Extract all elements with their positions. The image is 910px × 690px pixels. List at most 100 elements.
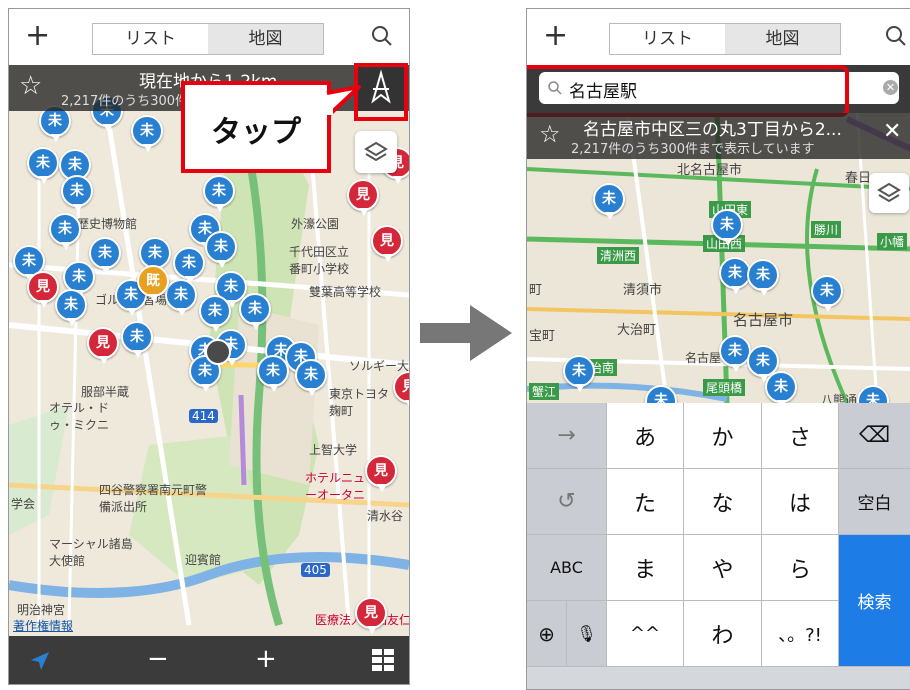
map-label: 東京トヨタ麹町 [329,387,390,418]
key-dakuten[interactable]: ^^ [607,601,684,667]
space-key[interactable]: 空白 [839,469,910,535]
tab-map[interactable]: 地図 [208,24,323,54]
view-segment: リスト 地図 [609,23,841,55]
left-phone-screen: + リスト 地図 江戸歴史博物館 外濠公園 千代田区立番町小学校 雙葉高等学校 … [8,8,410,685]
map-pin[interactable]: 見 [355,597,387,634]
tab-map[interactable]: 地図 [725,24,840,54]
grid-menu-icon[interactable] [371,648,395,672]
map-label: オテル・ドゥ・ミクニ [49,401,110,432]
key-sa[interactable]: さ [762,403,839,469]
map-pin[interactable]: 未 [239,293,271,330]
key-arrow[interactable]: → [527,403,607,469]
search-icon[interactable] [883,23,909,49]
map-pin[interactable]: 未 [173,247,205,284]
map-label: 迎賓館 [185,553,222,567]
map-pin[interactable]: 未 [257,355,289,392]
map-label: 名古屋市 [733,311,794,329]
map-pin[interactable]: 未 [89,237,121,274]
key-wa[interactable]: わ [684,601,762,667]
map-label: ソルギー大使館 [349,359,409,373]
map-pin[interactable]: 未 [61,175,93,212]
map-label: 四谷警察署南元町警備派出所 [99,483,208,514]
map-label: 学会 [11,497,36,511]
map-label: 宝町 [529,329,556,344]
location-banner: ☆ 名古屋市中区三の丸3丁目から2... 2,217件のうち300件まで表示して… [527,113,910,159]
delete-key[interactable]: ⌫ [839,403,910,469]
callout-text: タップ [211,115,301,150]
map-label: 清須市 [623,283,663,298]
map-label: 小幡 [877,233,908,250]
map-pin[interactable]: 見 [347,179,379,216]
search-key[interactable]: 検索 [839,535,910,667]
banner-count: 2,217件のうち300件まで表示しています [571,142,815,157]
key-punct[interactable]: 、。?! [762,601,839,667]
map-pin[interactable]: 未 [765,371,797,403]
search-icon[interactable] [369,23,395,49]
globe-icon[interactable]: ⊕ [527,601,567,667]
japanese-keyboard: → あ か さ ⌫ ↺ た な は 空白 ABC ま や ら 検索 ⊕ 🎙 ^^… [527,403,910,689]
map-pin[interactable]: 未 [199,295,231,332]
right-phone-screen: + リスト 地図 北名古屋市 春日 清洲西 清須市 山田西 山田東 勝川 小幡 [526,8,910,690]
key-ra[interactable]: ら [762,535,839,601]
bottom-toolbar: − + [9,636,409,684]
banner-title: 名古屋市中区三の丸3丁目から2... [583,120,842,140]
map-pin[interactable]: 未 [295,359,327,396]
key-undo[interactable]: ↺ [527,469,607,535]
map-pin[interactable]: 見 [87,327,119,364]
map-label: 上智大学 [309,443,358,457]
view-segment: リスト 地図 [92,23,324,55]
add-icon[interactable]: + [543,19,568,53]
callout-pointer [319,85,361,117]
map-label: 大治町 [617,323,657,338]
map-pin[interactable]: 未 [563,355,595,392]
copyright-link[interactable]: 著作権情報 [13,617,73,634]
key-ya[interactable]: や [684,535,762,601]
map-pin[interactable]: 見 [371,225,403,262]
map-pin[interactable]: 未 [203,175,235,212]
map-pin[interactable]: 未 [55,289,87,326]
map-label: 尾頭橋 [703,379,746,396]
map-pin[interactable]: 未 [27,147,59,184]
map-pin[interactable]: 未 [747,259,779,296]
key-ha[interactable]: は [762,469,839,535]
location-arrow-icon[interactable] [29,650,51,672]
favorite-star-icon[interactable]: ☆ [19,71,42,101]
map-pin[interactable]: 既 [137,265,169,302]
map-pin[interactable]: 未 [811,275,843,312]
close-icon[interactable]: ✕ [883,119,901,144]
tab-list[interactable]: リスト [610,24,725,54]
zoom-out-button[interactable]: − [147,644,169,674]
map-pin[interactable]: 未 [131,115,163,152]
map-pin[interactable]: 見 [27,271,59,308]
key-ma[interactable]: ま [607,535,684,601]
map-label: 名古屋 [685,351,722,365]
map-pin[interactable]: 未 [205,231,237,268]
add-icon[interactable]: + [25,19,50,53]
layers-button[interactable] [355,131,397,173]
key-na[interactable]: な [684,469,762,535]
map-pin[interactable]: 未 [49,213,81,250]
mic-icon[interactable]: 🎙 [567,601,607,667]
tap-callout: タップ [181,81,331,173]
map-label: 清水谷 [367,509,404,523]
clear-icon[interactable]: ✕ [883,80,898,95]
map-pin[interactable]: 未 [121,321,153,358]
zoom-in-button[interactable]: + [255,644,277,674]
map-label: 清洲西 [597,247,640,264]
map-label: マーシャル諸島大使館 [49,537,133,568]
favorite-star-icon[interactable]: ☆ [539,119,561,149]
map-pin[interactable]: 未 [593,183,625,220]
key-ka[interactable]: か [684,403,762,469]
map-label: 八熊通 [821,393,858,403]
route-shield: 405 [301,563,330,577]
map-label: 雙葉高等学校 [309,285,382,299]
key-a[interactable]: あ [607,403,684,469]
map-pin[interactable]: 未 [711,209,743,246]
map-pin[interactable]: 見 [365,455,397,492]
layers-button[interactable] [869,173,909,213]
current-location-marker [205,339,231,365]
tab-list[interactable]: リスト [93,24,208,54]
map-pin[interactable]: 未 [165,279,197,316]
abc-key[interactable]: ABC [527,535,607,601]
key-ta[interactable]: た [607,469,684,535]
